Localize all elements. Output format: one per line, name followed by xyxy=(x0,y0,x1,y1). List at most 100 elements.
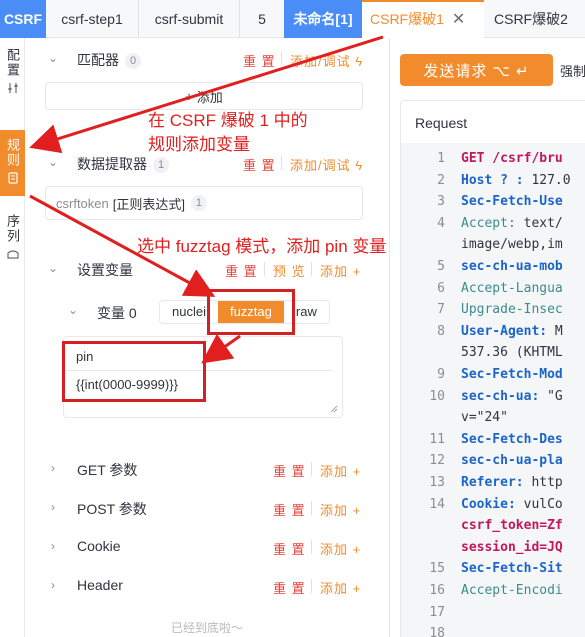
section-title: Header xyxy=(77,577,123,593)
variable-label: 变量 0 xyxy=(97,305,137,321)
chevron-down-icon[interactable]: ⌄ xyxy=(47,156,59,168)
tab-5[interactable]: 5 xyxy=(240,0,284,38)
force-option[interactable]: 强制 xyxy=(560,61,585,80)
section-add-button[interactable]: 添加 + xyxy=(320,500,361,519)
extractor-add-debug-button[interactable]: 添加/调试 ϟ xyxy=(290,155,363,174)
chevron-down-icon[interactable]: ⌄ xyxy=(47,262,59,274)
rail-config-label: 配置 xyxy=(5,48,20,78)
set-vars-reset-button[interactable]: 重 置 xyxy=(225,261,258,280)
line-number: 13 xyxy=(429,475,445,490)
request-line[interactable]: Accept-Encodi xyxy=(461,583,563,598)
resize-handle-icon[interactable] xyxy=(330,405,338,413)
request-line[interactable]: v="24" xyxy=(461,410,508,425)
section-title: POST 参数 xyxy=(77,501,147,517)
section-reset-button[interactable]: 重 置 xyxy=(273,500,306,519)
request-line[interactable]: 537.36 (KHTML xyxy=(461,345,563,360)
chevron-right-icon[interactable]: › xyxy=(47,501,59,513)
request-line[interactable]: sec-ch-ua-pla xyxy=(461,453,563,468)
extractor-count-badge: 1 xyxy=(153,157,169,174)
request-line[interactable]: csrf_token=Zf xyxy=(461,518,563,533)
request-line[interactable]: Referer: http xyxy=(461,475,563,490)
request-line[interactable]: Accept-Langua xyxy=(461,281,563,296)
annotation-box-fuzztag xyxy=(207,289,295,335)
rail-item-sequence[interactable]: 序列 xyxy=(0,214,25,274)
divider xyxy=(281,156,282,170)
request-line[interactable]: sec-ch-ua-mob xyxy=(461,259,563,274)
chevron-right-icon[interactable]: › xyxy=(47,540,59,552)
section-add-button[interactable]: 添加 + xyxy=(320,578,361,597)
chevron-down-icon[interactable]: ⌄ xyxy=(47,52,59,64)
extractor-item-count: 1 xyxy=(190,195,207,211)
chevron-right-icon[interactable]: › xyxy=(47,462,59,474)
line-number: 10 xyxy=(429,388,445,404)
matcher-header[interactable]: ⌄ 匹配器 0 重 置 添加/调试 ϟ xyxy=(25,38,389,78)
line-number: 14 xyxy=(429,496,445,512)
line-number: 11 xyxy=(429,431,445,447)
tab-csrf-app[interactable]: CSRF xyxy=(0,0,46,38)
annotation-text-1b: 规则添加变量 xyxy=(148,135,250,154)
matcher-reset-button[interactable]: 重 置 xyxy=(243,51,276,70)
request-line[interactable]: User-Agent: M xyxy=(461,324,563,339)
set-vars-preview-button[interactable]: 预 览 xyxy=(273,261,306,280)
set-vars-add-button[interactable]: 添加 + xyxy=(320,261,361,280)
extractor-item-name: csrftoken xyxy=(56,195,109,211)
request-card: Request 1 GET /csrf/bru 2 Host ? : 127.0 3 Se… xyxy=(400,100,585,637)
request-panel: 发送请求 ⌥ ↵ 强制 Request 1 GET /csrf/bru 2 Host … xyxy=(389,38,585,637)
tab-csrf-brute-2[interactable]: CSRF爆破2 xyxy=(486,0,585,38)
request-line[interactable]: Sec-Fetch-Mod xyxy=(461,367,563,382)
extractor-item[interactable]: csrftoken [正则表达式] 1 xyxy=(45,186,363,220)
request-editor[interactable]: 1 GET /csrf/bru 2 Host ? : 127.0 3 Sec-Fetch-… xyxy=(401,143,585,637)
request-line[interactable]: Upgrade-Insec xyxy=(461,302,563,317)
section-post-params[interactable]: › POST 参数 重 置 添加 + xyxy=(25,487,389,527)
line-number: 15 xyxy=(429,561,445,577)
request-title: Request xyxy=(415,115,468,131)
annotation-text-1a: 在 CSRF 爆破 1 中的 xyxy=(148,111,308,130)
line-number: 3 xyxy=(437,194,445,210)
section-add-button[interactable]: 添加 + xyxy=(320,539,361,558)
section-reset-button[interactable]: 重 置 xyxy=(273,578,306,597)
section-add-button[interactable]: 添加 + xyxy=(320,461,361,480)
send-request-button[interactable]: 发送请求 ⌥ ↵ xyxy=(400,54,553,86)
rail-item-rules[interactable]: 规则 xyxy=(0,130,25,196)
rail-rules-label: 规则 xyxy=(5,138,20,168)
line-number: 7 xyxy=(437,302,445,318)
chevron-down-icon[interactable]: ⌄ xyxy=(67,304,79,316)
rail-item-config[interactable]: 配置 xyxy=(0,48,25,108)
chevron-right-icon[interactable]: › xyxy=(47,579,59,591)
divider xyxy=(264,262,265,276)
tab-bar: CSRF csrf-step1 csrf-submit 5 未命名[1] CSR… xyxy=(0,0,585,38)
request-line[interactable]: Accept: text/ xyxy=(461,216,563,231)
request-line[interactable]: GET /csrf/bru xyxy=(461,151,563,166)
section-header[interactable]: › Header 重 置 添加 + xyxy=(25,565,389,605)
section-cookie[interactable]: › Cookie 重 置 添加 + xyxy=(25,526,389,566)
request-line[interactable]: session_id=JQ xyxy=(461,540,563,555)
line-number: 4 xyxy=(437,215,445,231)
sliders-icon xyxy=(8,83,17,93)
rail-sequence-label: 序列 xyxy=(5,214,20,244)
request-line[interactable]: image/webp,im xyxy=(461,237,563,252)
section-reset-button[interactable]: 重 置 xyxy=(273,539,306,558)
section-reset-button[interactable]: 重 置 xyxy=(273,461,306,480)
line-number: 5 xyxy=(437,259,445,274)
tab-csrf-submit[interactable]: csrf-submit xyxy=(139,0,240,38)
extractor-item-type: [正则表达式] xyxy=(112,196,185,212)
matcher-add-debug-button[interactable]: 添加/调试 ϟ xyxy=(290,51,363,70)
line-number: 2 xyxy=(437,172,445,188)
line-number: 17 xyxy=(429,604,445,620)
section-get-params[interactable]: › GET 参数 重 置 添加 + xyxy=(25,448,389,488)
request-line[interactable]: Host ? : 127.0 xyxy=(461,173,571,188)
matcher-add-label: 添加 xyxy=(196,89,223,105)
request-line[interactable]: Sec-Fetch-Des xyxy=(461,432,563,447)
request-line[interactable]: Sec-Fetch-Sit xyxy=(461,561,563,576)
tab-csrf-brute-1[interactable]: CSRF爆破1 ✕ xyxy=(362,0,484,38)
tab-csrf-step1[interactable]: csrf-step1 xyxy=(46,0,139,38)
close-icon[interactable]: ✕ xyxy=(452,11,465,28)
line-number: 12 xyxy=(429,453,445,469)
request-line[interactable]: Sec-Fetch-Use xyxy=(461,194,563,209)
section-title: Cookie xyxy=(77,538,121,554)
request-line[interactable]: sec-ch-ua: "G xyxy=(461,389,563,404)
tab-csrf-brute-1-label: CSRF爆破1 xyxy=(370,11,444,27)
extractor-reset-button[interactable]: 重 置 xyxy=(243,155,276,174)
tab-unnamed-group[interactable]: 未命名[1] xyxy=(284,0,362,38)
request-line[interactable]: Cookie: vulCo xyxy=(461,497,563,512)
